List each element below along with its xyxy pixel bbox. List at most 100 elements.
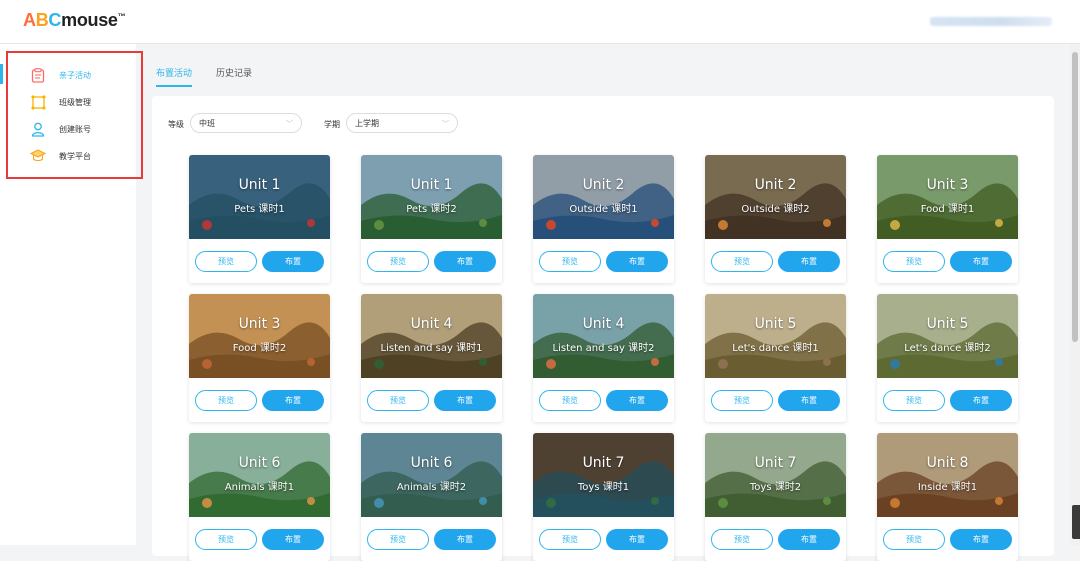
preview-button[interactable]: 预览 (883, 251, 945, 272)
preview-button[interactable]: 预览 (367, 529, 429, 550)
lesson-title: Let's dance 课时2 (904, 343, 991, 354)
user-account-blurred[interactable] (930, 17, 1052, 26)
lesson-thumbnail[interactable]: Unit 1 Pets 课时2 (361, 155, 502, 239)
tab-assign-activity[interactable]: 布置活动 (156, 66, 193, 87)
preview-button[interactable]: 预览 (195, 390, 257, 411)
lesson-card: Unit 7 Toys 课时2 预览 布置 (705, 433, 846, 561)
assign-button[interactable]: 布置 (434, 390, 496, 411)
scrollbar-thumb[interactable] (1072, 52, 1078, 342)
sidebar-item-parent-child-activity[interactable]: 亲子活动 (30, 67, 91, 83)
unit-title: Unit 2 (582, 177, 625, 193)
preview-button[interactable]: 预览 (883, 529, 945, 550)
unit-title: Unit 3 (926, 177, 969, 193)
logo-text: mouse (61, 10, 118, 30)
lesson-card: Unit 3 Food 课时2 预览 布置 (189, 294, 330, 422)
lesson-thumbnail[interactable]: Unit 1 Pets 课时1 (189, 155, 330, 239)
lesson-thumbnail[interactable]: Unit 7 Toys 课时2 (705, 433, 846, 517)
lesson-thumbnail[interactable]: Unit 3 Food 课时2 (189, 294, 330, 378)
assign-button[interactable]: 布置 (778, 390, 840, 411)
lesson-card: Unit 4 Listen and say 课时2 预览 布置 (533, 294, 674, 422)
lesson-title: Inside 课时1 (917, 482, 978, 493)
lesson-card: Unit 6 Animals 课时2 预览 布置 (361, 433, 502, 561)
assign-button[interactable]: 布置 (778, 251, 840, 272)
lesson-card: Unit 5 Let's dance 课时2 预览 布置 (877, 294, 1018, 422)
level-select[interactable]: 中班 ﹀ (190, 113, 302, 133)
preview-button[interactable]: 预览 (195, 251, 257, 272)
lesson-thumbnail[interactable]: Unit 7 Toys 课时1 (533, 433, 674, 517)
lesson-thumbnail[interactable]: Unit 2 Outside 课时2 (705, 155, 846, 239)
preview-button[interactable]: 预览 (539, 390, 601, 411)
unit-title: Unit 4 (410, 316, 453, 332)
preview-button[interactable]: 预览 (367, 390, 429, 411)
assign-button[interactable]: 布置 (606, 390, 668, 411)
level-label: 等级 (168, 120, 184, 129)
lesson-card: Unit 2 Outside 课时1 预览 布置 (533, 155, 674, 283)
lesson-title: Let's dance 课时1 (732, 343, 819, 354)
lesson-thumbnail[interactable]: Unit 5 Let's dance 课时1 (705, 294, 846, 378)
assign-button[interactable]: 布置 (262, 251, 324, 272)
sidebar-item-class-management[interactable]: 班级管理 (30, 94, 91, 110)
preview-button[interactable]: 预览 (367, 251, 429, 272)
logo-letter-c: C (48, 10, 62, 30)
lesson-card: Unit 8 Inside 课时1 预览 布置 (877, 433, 1018, 561)
unit-title: Unit 3 (238, 316, 281, 332)
unit-title: Unit 7 (582, 455, 625, 471)
assign-button[interactable]: 布置 (434, 251, 496, 272)
lesson-title: Pets 课时1 (234, 204, 285, 215)
lesson-card: Unit 3 Food 课时1 预览 布置 (877, 155, 1018, 283)
lesson-thumbnail[interactable]: Unit 6 Animals 课时1 (189, 433, 330, 517)
lesson-thumbnail[interactable]: Unit 4 Listen and say 课时2 (533, 294, 674, 378)
assign-button[interactable]: 布置 (950, 390, 1012, 411)
tab-history[interactable]: 历史记录 (216, 66, 252, 87)
tab-bar: 布置活动 历史记录 (156, 66, 276, 87)
lesson-title: Outside 课时1 (569, 204, 638, 215)
assign-button[interactable]: 布置 (262, 390, 324, 411)
unit-title: Unit 2 (754, 177, 797, 193)
sidebar-item-teaching-platform[interactable]: 教学平台 (30, 148, 91, 164)
unit-title: Unit 1 (410, 177, 453, 193)
logo-trademark: ™ (117, 12, 126, 21)
term-select[interactable]: 上学期 ﹀ (346, 113, 458, 133)
logo-letter-a: A (23, 10, 36, 30)
term-label: 学期 (324, 120, 340, 129)
lesson-thumbnail[interactable]: Unit 6 Animals 课时2 (361, 433, 502, 517)
lesson-card: Unit 5 Let's dance 课时1 预览 布置 (705, 294, 846, 422)
unit-title: Unit 7 (754, 455, 797, 471)
chevron-down-icon: ﹀ (286, 120, 293, 128)
sidebar-item-label: 班级管理 (59, 97, 91, 107)
preview-button[interactable]: 预览 (195, 529, 257, 550)
lesson-thumbnail[interactable]: Unit 5 Let's dance 课时2 (877, 294, 1018, 378)
unit-title: Unit 4 (582, 316, 625, 332)
assign-button[interactable]: 布置 (950, 251, 1012, 272)
top-bar: A B Cmouse ™ (0, 0, 1080, 44)
logo-letter-b: B (35, 10, 49, 30)
lesson-card: Unit 4 Listen and say 课时1 预览 布置 (361, 294, 502, 422)
preview-button[interactable]: 预览 (539, 529, 601, 550)
preview-button[interactable]: 预览 (711, 251, 773, 272)
unit-title: Unit 8 (926, 455, 969, 471)
preview-button[interactable]: 预览 (539, 251, 601, 272)
assign-button[interactable]: 布置 (262, 529, 324, 550)
preview-button[interactable]: 预览 (711, 390, 773, 411)
preview-button[interactable]: 预览 (883, 390, 945, 411)
assign-button[interactable]: 布置 (778, 529, 840, 550)
lesson-thumbnail[interactable]: Unit 8 Inside 课时1 (877, 433, 1018, 517)
assign-button[interactable]: 布置 (606, 251, 668, 272)
lesson-thumbnail[interactable]: Unit 2 Outside 课时1 (533, 155, 674, 239)
sidebar-item-label: 创建账号 (59, 124, 91, 134)
unit-title: Unit 5 (926, 316, 969, 332)
lesson-title: Animals 课时1 (224, 482, 295, 493)
assign-button[interactable]: 布置 (950, 529, 1012, 550)
preview-button[interactable]: 预览 (711, 529, 773, 550)
activity-panel: 等级 中班 ﹀ 学期 上学期 ﹀ Unit 1 Pets 课时1 预览 布置 Unit … (152, 96, 1054, 561)
vertical-scrollbar[interactable] (1070, 44, 1080, 545)
lesson-thumbnail[interactable]: Unit 4 Listen and say 课时1 (361, 294, 502, 378)
lesson-title: Pets 课时2 (406, 204, 457, 215)
abcmouse-logo[interactable]: A B Cmouse ™ (23, 10, 126, 31)
sidebar-item-create-account[interactable]: 创建账号 (30, 121, 91, 137)
assign-button[interactable]: 布置 (434, 529, 496, 550)
lesson-thumbnail[interactable]: Unit 3 Food 课时1 (877, 155, 1018, 239)
feedback-tab[interactable] (1072, 505, 1080, 539)
assign-button[interactable]: 布置 (606, 529, 668, 550)
class-frame-icon (30, 94, 46, 110)
